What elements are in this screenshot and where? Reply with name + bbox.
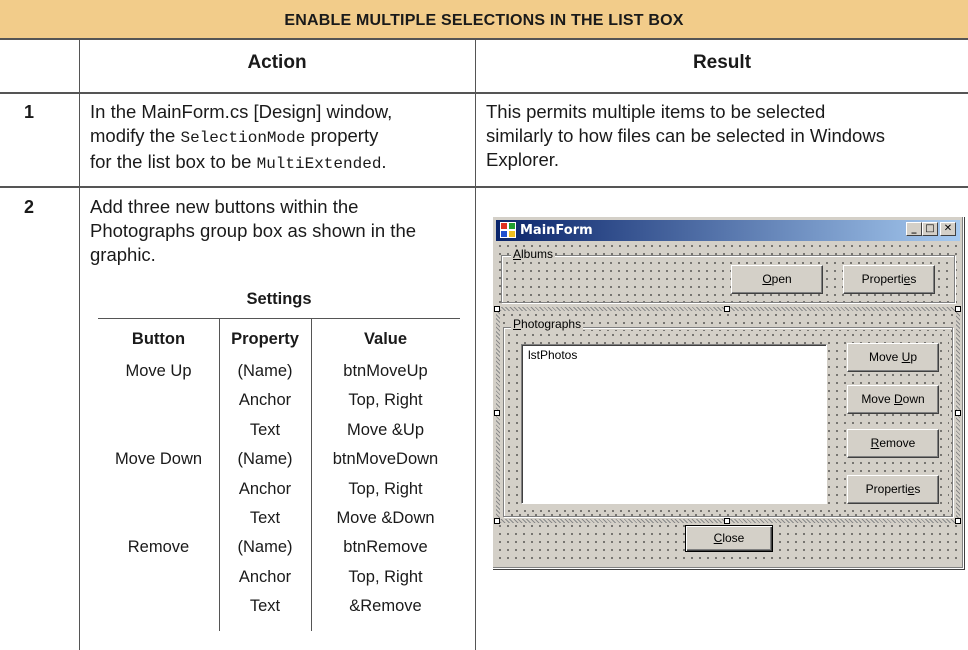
resize-handle[interactable] [955, 410, 961, 416]
settings-cell: Text [249, 597, 281, 615]
resize-handle[interactable] [494, 518, 500, 524]
accel-char: P [513, 317, 522, 331]
settings-title: Settings [246, 290, 312, 308]
label-rest: lbums [521, 247, 554, 261]
window-titlebar: MainForm _ □ ✕ [496, 220, 960, 241]
settings-cell: btnMoveDown [332, 450, 439, 468]
resize-handle[interactable] [494, 410, 500, 416]
label-pre: Move [861, 392, 894, 406]
minimize-button[interactable]: _ [906, 222, 922, 236]
step2-action-line3: graphic. [90, 244, 156, 265]
settings-cell: &Remove [349, 597, 422, 615]
app-icon [500, 222, 516, 238]
step2-action: Add three new buttons within the Photogr… [90, 195, 470, 267]
table-title: Enable multiple selections in the list b… [284, 12, 684, 29]
settings-cell: (Name) [237, 362, 293, 380]
settings-cell: Top, Right [348, 568, 423, 586]
step-number: 1 [24, 102, 35, 122]
code-multiextended: MultiExtended [256, 155, 382, 173]
label-pre: Move [868, 350, 902, 364]
close-window-button[interactable]: ✕ [940, 222, 956, 236]
settings-cell: Move Up [125, 362, 192, 380]
step-number: 2 [24, 197, 35, 217]
resize-handle[interactable] [724, 518, 730, 524]
label-rest: lose [722, 531, 745, 545]
settings-cell: Move &Down [336, 509, 435, 527]
settings-cell: Top, Right [348, 480, 423, 498]
settings-cell: Move Down [114, 450, 203, 468]
label-post: s [914, 482, 921, 496]
settings-cell: btnRemove [343, 538, 428, 556]
settings-cell: (Name) [237, 450, 293, 468]
resize-handle[interactable] [955, 518, 961, 524]
album-properties-button[interactable]: Properties [843, 265, 935, 294]
text-run: modify the [90, 125, 181, 146]
settings-cell: Text [249, 421, 281, 439]
settings-cell: Anchor [238, 568, 292, 586]
settings-cell: Move &Up [346, 421, 425, 439]
step1-result-line2: similarly to how files can be selected i… [486, 125, 885, 146]
settings-cell: Anchor [238, 480, 292, 498]
albums-label: Albums [511, 247, 556, 261]
label-pre: Properti [865, 482, 908, 496]
accel-char: A [513, 247, 522, 261]
text-run: . [381, 151, 387, 172]
move-down-button[interactable]: Move Down [847, 385, 939, 414]
text-run: property [305, 125, 379, 146]
label-rest: emove [879, 436, 916, 450]
settings-cell: (Name) [237, 538, 293, 556]
settings-cell: Remove [127, 538, 190, 556]
resize-handle[interactable] [724, 306, 730, 312]
number-column-divider [79, 40, 80, 650]
action-column-divider [475, 40, 476, 650]
settings-top-rule [98, 318, 460, 319]
move-up-button[interactable]: Move Up [847, 343, 939, 372]
resize-handle[interactable] [494, 306, 500, 312]
step1-action-line1: In the MainForm.cs [Design] window, [90, 101, 393, 122]
mainform-window: MainForm _ □ ✕ Albums Open Properties Ph… [492, 216, 964, 569]
settings-header-button: Button [131, 330, 186, 348]
window-title: MainForm [520, 223, 593, 238]
settings-cell: Top, Right [348, 391, 423, 409]
step1-result-line1: This permits multiple items to be select… [486, 101, 826, 122]
code-selectionmode: SelectionMode [180, 129, 306, 147]
close-button[interactable]: Close [685, 525, 773, 552]
label-rest: pen [771, 272, 792, 286]
photographs-label: Photographs [511, 317, 584, 331]
open-button[interactable]: Open [731, 265, 823, 294]
step1-action-line3: for the list box to be MultiExtended. [90, 150, 470, 176]
resize-handle[interactable] [955, 306, 961, 312]
label-rest: hotographs [521, 317, 582, 331]
text-run: for the list box to be [90, 151, 257, 172]
remove-button[interactable]: Remove [847, 429, 939, 458]
label-post: p [910, 350, 918, 364]
settings-header-value: Value [363, 330, 408, 348]
accel-char: O [762, 272, 772, 286]
listbox-name: lstPhotos [528, 348, 578, 362]
photo-properties-button[interactable]: Properties [847, 475, 939, 504]
step2-action-line1: Add three new buttons within the [90, 196, 359, 217]
header-bottom-rule [0, 92, 968, 94]
settings-header-property: Property [231, 330, 299, 348]
settings-cell: Anchor [238, 391, 292, 409]
settings-cell: Text [249, 509, 281, 527]
step1-action: In the MainForm.cs [Design] window, modi… [90, 100, 470, 176]
maximize-button[interactable]: □ [922, 222, 938, 236]
label-post: own [902, 392, 925, 406]
accel-char: R [870, 436, 880, 450]
step1-action-line2: modify the SelectionMode property [90, 124, 470, 150]
label-post: s [910, 272, 917, 286]
result-header: Result [692, 52, 752, 73]
label-pre: Properti [861, 272, 904, 286]
step2-action-line2: Photographs group box as shown in the [90, 220, 417, 241]
action-header: Action [247, 52, 307, 73]
settings-cell: btnMoveUp [343, 362, 428, 380]
accel-char: D [894, 392, 903, 406]
photos-listbox[interactable]: lstPhotos [521, 344, 827, 504]
step1-result-line3: Explorer. [486, 149, 560, 170]
row1-bottom-rule [0, 186, 968, 188]
step1-result: This permits multiple items to be select… [486, 100, 964, 172]
